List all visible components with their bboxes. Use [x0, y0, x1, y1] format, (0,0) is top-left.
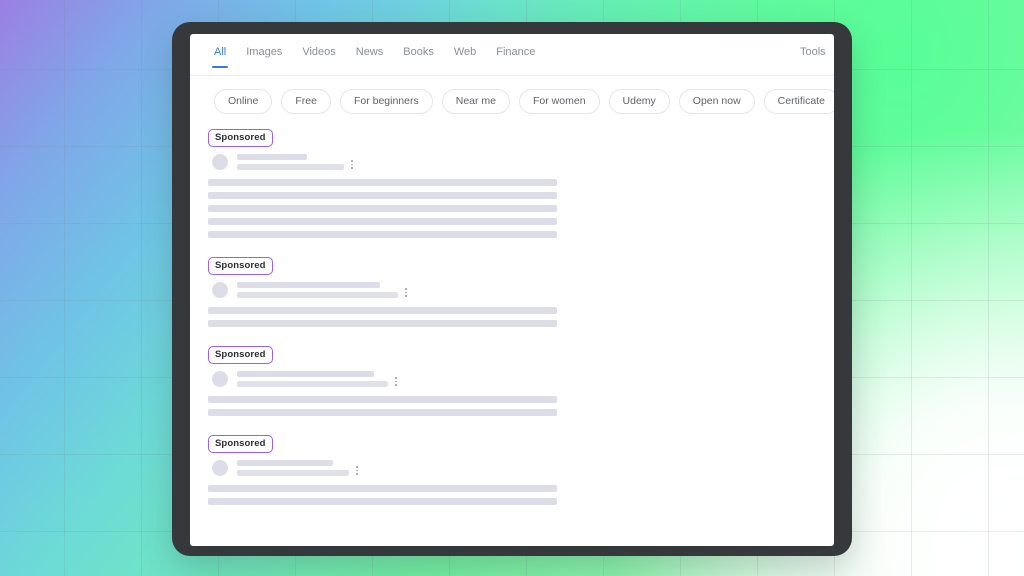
tab-all[interactable]: All	[211, 46, 229, 68]
sponsored-result-block[interactable]: Sponsored	[190, 255, 834, 327]
filter-chip-for-beginners[interactable]: For beginners	[339, 89, 433, 114]
filter-chip-open-now[interactable]: Open now	[678, 89, 755, 114]
skeleton-body-line	[208, 307, 557, 314]
kebab-dot	[351, 167, 353, 169]
kebab-dot	[405, 295, 407, 297]
skeleton-body-line	[208, 218, 557, 225]
filter-chip-online[interactable]: Online	[214, 89, 273, 114]
skeleton-body-line	[208, 179, 557, 186]
tab-books[interactable]: Books	[403, 46, 434, 68]
result-title-placeholder	[237, 460, 349, 476]
kebab-dot	[356, 466, 358, 468]
tab-videos[interactable]: Videos	[302, 46, 335, 68]
skeleton-title-line	[237, 154, 307, 160]
filter-chip-free[interactable]: Free	[281, 89, 331, 114]
kebab-dot	[351, 163, 353, 166]
search-results-list: Sponsored Sponsored Sponsored Sponsored	[190, 114, 834, 505]
skeleton-title-line	[237, 164, 344, 170]
result-body-placeholder	[208, 307, 834, 327]
kebab-dot	[356, 473, 358, 475]
result-title-placeholder	[237, 154, 344, 170]
filter-chip-row: Online Free For beginners Near me For women U…	[190, 76, 834, 114]
skeleton-title-line	[237, 292, 398, 298]
tab-web[interactable]: Web	[454, 46, 476, 68]
kebab-dot	[351, 160, 353, 162]
screenshot-stage: All Images Videos News Books Web Finance Tools…	[0, 0, 1024, 576]
avatar	[212, 460, 228, 476]
tab-finance[interactable]: Finance	[496, 46, 535, 68]
avatar	[212, 282, 228, 298]
skeleton-body-line	[208, 192, 557, 199]
kebab-menu-icon[interactable]	[395, 377, 397, 387]
result-header	[212, 154, 834, 170]
sponsored-badge: Sponsored	[208, 434, 273, 453]
tab-tools[interactable]: Tools	[800, 46, 826, 59]
kebab-menu-icon[interactable]	[356, 466, 358, 476]
filter-chip-near-me[interactable]: Near me	[441, 89, 511, 114]
result-header	[212, 282, 834, 298]
sponsored-result-block[interactable]: Sponsored	[190, 433, 834, 505]
result-body-placeholder	[208, 485, 834, 505]
skeleton-body-line	[208, 498, 557, 505]
kebab-menu-icon[interactable]	[351, 160, 353, 170]
sponsored-result-block[interactable]: Sponsored	[190, 127, 834, 238]
result-body-placeholder	[208, 396, 834, 416]
result-header	[212, 460, 834, 476]
skeleton-body-line	[208, 205, 557, 212]
device-frame: All Images Videos News Books Web Finance Tools…	[172, 22, 852, 556]
avatar	[212, 371, 228, 387]
kebab-dot	[395, 384, 397, 386]
kebab-dot	[405, 288, 407, 290]
sponsored-badge: Sponsored	[208, 256, 273, 275]
result-header	[212, 371, 834, 387]
tab-images[interactable]: Images	[246, 46, 282, 68]
kebab-dot	[405, 291, 407, 294]
filter-chip-udemy[interactable]: Udemy	[608, 89, 670, 114]
kebab-menu-icon[interactable]	[405, 288, 407, 298]
skeleton-title-line	[237, 460, 333, 466]
skeleton-body-line	[208, 396, 557, 403]
device-screen: All Images Videos News Books Web Finance Tools…	[190, 34, 834, 546]
search-nav-bar: All Images Videos News Books Web Finance Tools	[190, 34, 834, 76]
skeleton-body-line	[208, 485, 557, 492]
kebab-dot	[395, 377, 397, 379]
sponsored-badge: Sponsored	[208, 128, 273, 147]
filter-chip-for-women[interactable]: For women	[519, 89, 600, 114]
skeleton-body-line	[208, 231, 557, 238]
result-body-placeholder	[208, 179, 834, 238]
sponsored-result-block[interactable]: Sponsored	[190, 344, 834, 416]
nav-tab-list: All Images Videos News Books Web Finance	[190, 46, 834, 68]
filter-chip-certificate[interactable]: Certificate	[763, 89, 834, 114]
skeleton-title-line	[237, 381, 388, 387]
sponsored-badge: Sponsored	[208, 345, 273, 364]
result-title-placeholder	[237, 282, 398, 298]
result-title-placeholder	[237, 371, 388, 387]
skeleton-title-line	[237, 470, 349, 476]
tab-news[interactable]: News	[356, 46, 384, 68]
skeleton-body-line	[208, 409, 557, 416]
kebab-dot	[356, 469, 358, 472]
avatar	[212, 154, 228, 170]
kebab-dot	[395, 380, 397, 383]
skeleton-title-line	[237, 371, 374, 377]
skeleton-body-line	[208, 320, 557, 327]
skeleton-title-line	[237, 282, 380, 288]
